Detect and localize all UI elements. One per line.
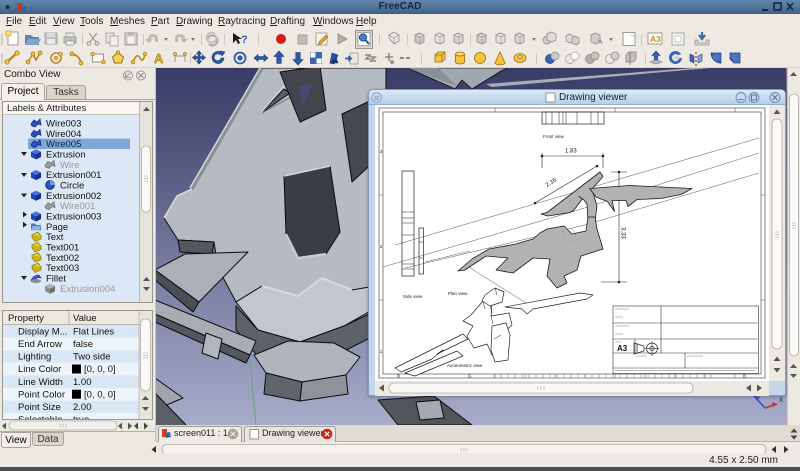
- svg-text:1.83: 1.83: [565, 149, 577, 155]
- svg-text:Wire: Wire: [60, 160, 80, 171]
- svg-text:[0, 0, 0]: [0, 0, 0]: [84, 364, 116, 375]
- svg-text:2.00: 2.00: [73, 402, 92, 413]
- svg-text:Front view: Front view: [543, 134, 565, 139]
- svg-text:Wire004: Wire004: [46, 129, 81, 140]
- svg-text:G: G: [468, 374, 472, 379]
- svg-text:Axonometric view: Axonometric view: [447, 363, 483, 368]
- svg-text:Extrusion004: Extrusion004: [60, 284, 115, 295]
- svg-text:Extrusion002: Extrusion002: [46, 191, 101, 202]
- svg-text:A3: A3: [617, 344, 628, 353]
- svg-text:3.33: 3.33: [620, 227, 626, 239]
- svg-text:Flat Lines: Flat Lines: [73, 327, 114, 338]
- svg-text:false: false: [73, 339, 93, 350]
- svg-text:Point Color: Point Color: [18, 389, 65, 400]
- svg-text:Line Color: Line Color: [18, 364, 61, 375]
- svg-text:Page: Page: [46, 222, 68, 233]
- svg-text:Lighting: Lighting: [18, 352, 51, 363]
- svg-text:Plan view: Plan view: [448, 291, 468, 296]
- svg-text:Value: Value: [73, 313, 97, 324]
- svg-text:2.16: 2.16: [545, 177, 559, 189]
- svg-text:Display M...: Display M...: [18, 327, 68, 338]
- svg-text:2: 2: [380, 244, 383, 249]
- svg-text:?: ?: [241, 34, 248, 46]
- svg-text:Point Size: Point Size: [18, 402, 61, 413]
- svg-text:Two side: Two side: [73, 352, 111, 363]
- svg-text:End Arrow: End Arrow: [18, 339, 62, 350]
- svg-text:B: B: [397, 374, 400, 379]
- svg-text:1: 1: [380, 349, 383, 354]
- svg-text:Text002: Text002: [46, 253, 79, 264]
- svg-text:[0, 0, 0]: [0, 0, 0]: [84, 389, 116, 400]
- svg-text:3: 3: [380, 149, 383, 154]
- svg-text:x: x: [779, 395, 783, 404]
- svg-text:1.00: 1.00: [73, 377, 92, 388]
- svg-text:Side view: Side view: [403, 294, 423, 299]
- svg-text:Property: Property: [8, 313, 44, 324]
- svg-text:A3: A3: [650, 34, 661, 44]
- svg-text:B: B: [743, 374, 746, 379]
- svg-text:true: true: [73, 415, 89, 419]
- svg-text:Selectable: Selectable: [18, 415, 62, 419]
- svg-text:Line Width: Line Width: [18, 377, 63, 388]
- svg-text:A: A: [154, 51, 164, 66]
